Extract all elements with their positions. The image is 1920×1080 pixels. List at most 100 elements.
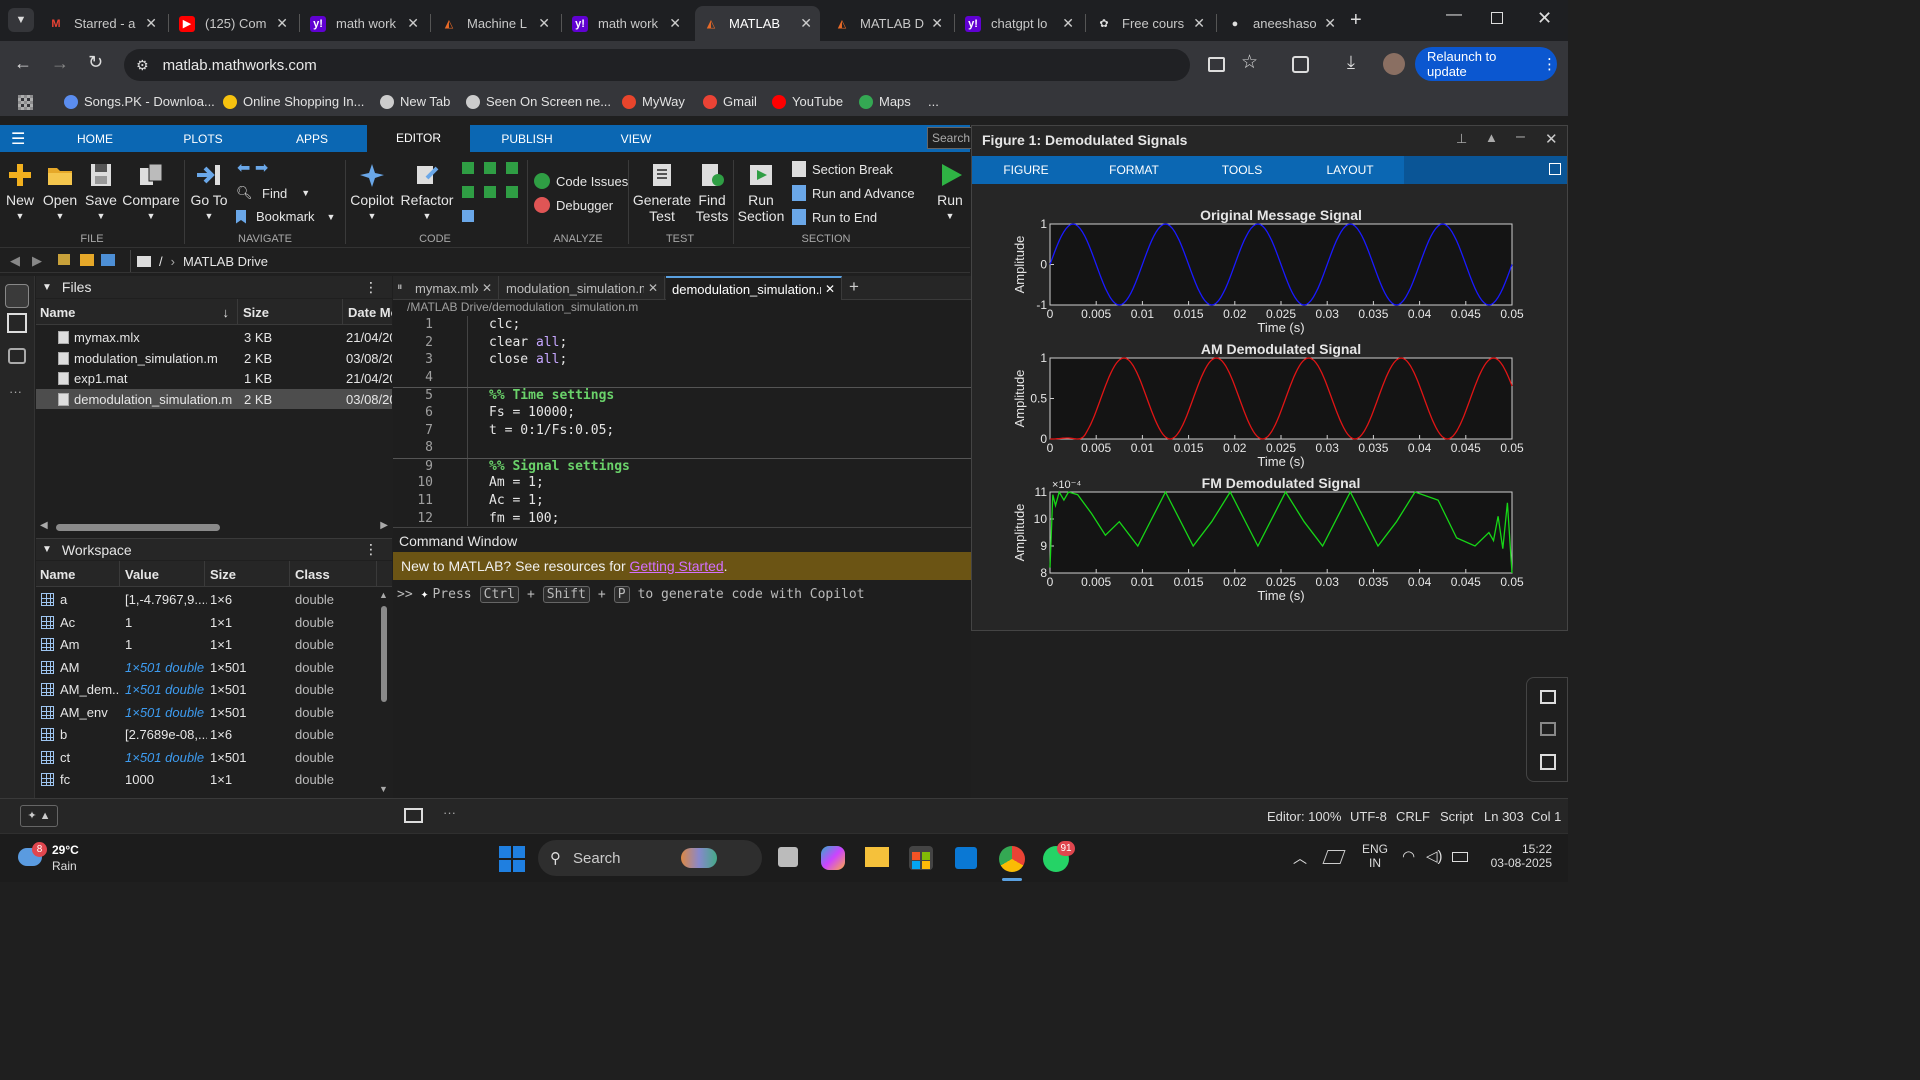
chrome-icon[interactable] [999, 846, 1025, 872]
back-nav-icon[interactable]: ⬅ ➡ [237, 158, 268, 178]
debugger-button[interactable]: Debugger [534, 197, 613, 213]
ws-col-size[interactable]: Size [206, 561, 290, 587]
browse-folder-icon[interactable] [80, 254, 94, 266]
refactor-button[interactable]: Refactor ▼ [401, 162, 453, 224]
download-icon[interactable]: ⤓ [1347, 52, 1355, 73]
collapse-icon[interactable]: ▼ [42, 282, 52, 293]
close-tab-icon[interactable]: ✕ [407, 15, 419, 32]
extensions-icon[interactable] [1292, 56, 1309, 73]
profile-avatar[interactable] [1383, 53, 1405, 75]
terminal-icon[interactable] [404, 808, 423, 823]
command-prompt-line[interactable]: >> ✦ Press Ctrl + Shift + P to generate … [397, 586, 865, 603]
compare-button[interactable]: Compare ▼ [122, 162, 180, 224]
hamburger-menu-icon[interactable]: ☰ [11, 129, 25, 149]
taskbar-search[interactable]: ⚲ Search [538, 840, 762, 876]
toolstrip-tab-apps[interactable]: APPS [283, 125, 341, 152]
close-tab-icon[interactable]: ✕ [825, 282, 835, 296]
browser-tab[interactable]: ◭ MATLAB ✕ [695, 6, 820, 41]
code-line[interactable]: 5 %% Time settings [393, 387, 971, 405]
code-line[interactable]: 11 Ac = 1; [393, 493, 971, 511]
file-row[interactable]: exp1.mat 1 KB 21/04/20 [36, 368, 392, 388]
close-tab-icon[interactable]: ✕ [1062, 15, 1074, 32]
files-panel-icon[interactable] [5, 284, 29, 308]
bookmark-item[interactable]: New Tab [380, 94, 450, 109]
panel-tool-icon[interactable] [1540, 722, 1556, 736]
workspace-row[interactable]: a [1,-4.7967,9.... 1×6 double [36, 588, 376, 611]
code-line[interactable]: 9 %% Signal settings [393, 457, 971, 476]
close-tab-icon[interactable]: ✕ [648, 281, 658, 295]
bookmark-item[interactable]: Songs.PK - Downloa... [64, 94, 215, 109]
save-button[interactable]: Save ▼ [85, 162, 117, 224]
bookmark-item[interactable]: ... [928, 94, 939, 109]
toolstrip-tab-home[interactable]: HOME [64, 125, 126, 152]
task-view-icon[interactable] [778, 847, 798, 867]
close-tab-icon[interactable]: ✕ [931, 15, 943, 32]
new-tab-button[interactable]: + [1350, 9, 1362, 32]
col-size[interactable]: Size [239, 299, 343, 325]
panel-tool-icon[interactable] [1540, 754, 1556, 770]
forward-arrow-icon[interactable]: → [51, 53, 69, 74]
language-indicator[interactable]: ENG IN [1360, 842, 1390, 870]
tab-list-icon[interactable]: ⏸ [397, 281, 403, 294]
figure-tab-format[interactable]: FORMAT [1080, 156, 1188, 184]
scroll-thumb[interactable] [381, 606, 387, 702]
folder-forward-icon[interactable]: ▶ [32, 253, 42, 269]
browser-tab[interactable]: ▶ (125) Com ✕ [171, 6, 296, 41]
code-tools-grid[interactable] [460, 160, 522, 226]
browser-tab[interactable]: y! chatgpt lo ✕ [957, 6, 1082, 41]
code-line[interactable]: 2 clear all; [393, 335, 971, 353]
folder-sync-icon[interactable] [101, 254, 115, 266]
bookmark-item[interactable]: MyWay [622, 94, 685, 109]
run-to-end-button[interactable]: Run to End [792, 209, 877, 225]
browser-tab[interactable]: ● aneeshaso ✕ [1219, 6, 1344, 41]
variable-value[interactable]: 1×501 double [125, 750, 207, 765]
bookmark-item[interactable]: Maps [859, 94, 911, 109]
toolstrip-tab-view[interactable]: VIEW [604, 125, 668, 152]
wifi-icon[interactable]: ◠ [1402, 847, 1415, 865]
pin-icon[interactable]: ⊥ [1456, 131, 1467, 147]
address-bar[interactable]: ⚙ matlab.mathworks.com [124, 49, 1190, 81]
col-name[interactable]: Name ↓ [36, 299, 238, 325]
editor-tab[interactable]: demodulation_simulation.m ✕ [666, 276, 842, 300]
matlab-search-input[interactable]: Search [927, 127, 975, 149]
col-date[interactable]: Date Mo [344, 299, 392, 325]
code-line[interactable]: 4 [393, 370, 971, 388]
clock[interactable]: 15:22 03-08-2025 [1480, 842, 1552, 870]
file-row[interactable]: modulation_simulation.m 2 KB 03/08/20 [36, 348, 392, 368]
app-icon[interactable] [955, 847, 977, 869]
close-tab-icon[interactable]: ✕ [669, 15, 681, 32]
close-tab-icon[interactable]: ✕ [1324, 15, 1336, 32]
expand-toolstrip-icon[interactable] [1549, 163, 1561, 175]
add-editor-tab-icon[interactable]: + [849, 277, 859, 297]
relaunch-button[interactable]: Relaunch to update ⋮ [1415, 47, 1557, 81]
ws-col-value[interactable]: Value [121, 561, 205, 587]
workspace-row[interactable]: Ac 1 1×1 double [36, 611, 376, 634]
file-row[interactable]: demodulation_simulation.m 2 KB 03/08/20 [36, 388, 392, 409]
copilot-app-icon[interactable] [821, 846, 845, 870]
history-icon[interactable] [8, 348, 26, 364]
close-tab-icon[interactable]: ✕ [1193, 15, 1205, 32]
close-tab-icon[interactable]: ✕ [538, 15, 550, 32]
scroll-thumb[interactable] [56, 524, 220, 531]
section-break-button[interactable]: Section Break [792, 161, 893, 177]
browser-tab[interactable]: y! math work ✕ [302, 6, 427, 41]
new-button[interactable]: New ▼ [6, 162, 34, 224]
status-more-icon[interactable]: ··· [443, 805, 456, 820]
run-and-advance-button[interactable]: Run and Advance [792, 185, 915, 201]
workspace-row[interactable]: AM_dem... 1×501 double 1×501 double [36, 678, 376, 701]
windows-start-icon[interactable] [499, 846, 525, 872]
back-arrow-icon[interactable]: ← [14, 53, 32, 74]
workspace-row[interactable]: fc 1000 1×1 double [36, 768, 376, 791]
bookmark-item[interactable]: YouTube [772, 94, 843, 109]
editor-tab[interactable]: modulation_simulation.m ✕ [500, 276, 665, 300]
code-line[interactable]: 12 fm = 100; [393, 511, 971, 529]
copilot-status-button[interactable]: ✦ ▲ [20, 805, 58, 827]
editor-tab[interactable]: mymax.mlx ✕ [409, 276, 499, 300]
tray-chevron-icon[interactable]: ︿ [1293, 848, 1307, 868]
close-tab-icon[interactable]: ✕ [800, 15, 812, 32]
store-icon[interactable] [909, 846, 933, 870]
ws-col-name[interactable]: Name [36, 561, 120, 587]
folder-path[interactable]: / › MATLAB Drive [130, 250, 970, 272]
bookmark-item[interactable]: Online Shopping In... [223, 94, 364, 109]
browser-tab[interactable]: y! math work ✕ [564, 6, 689, 41]
